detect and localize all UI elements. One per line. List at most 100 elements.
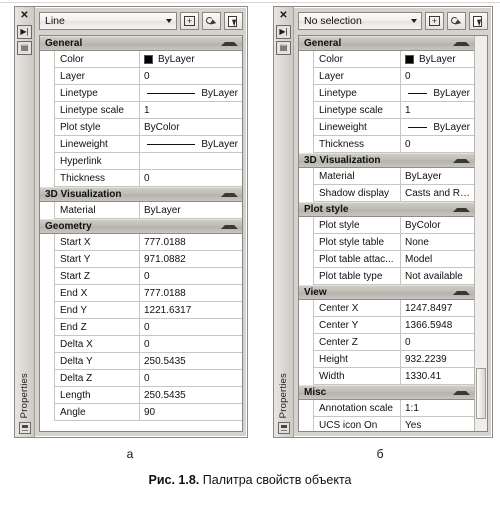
property-row[interactable]: Plot table type Not available xyxy=(299,268,474,285)
property-value[interactable]: ByColor xyxy=(401,217,474,234)
property-row[interactable]: Hyperlink xyxy=(40,153,242,170)
property-value[interactable]: ByLayer xyxy=(140,85,242,102)
property-row[interactable]: Thickness 0 xyxy=(299,136,474,153)
property-row[interactable]: Plot style ByColor xyxy=(299,217,474,234)
property-list-a[interactable]: General Color ByLayer Layer 0 Linetype ByLayer… xyxy=(40,36,242,431)
property-row[interactable]: Delta Y 250.5435 xyxy=(40,353,242,370)
property-row[interactable]: Length 250.5435 xyxy=(40,387,242,404)
property-value[interactable]: ByLayer xyxy=(401,168,474,185)
close-icon[interactable]: ✕ xyxy=(17,9,32,23)
property-value[interactable]: ByLayer xyxy=(401,51,474,68)
property-row[interactable]: Start Z 0 xyxy=(40,268,242,285)
property-row[interactable]: Center Y 1366.5948 xyxy=(299,317,474,334)
property-list-b[interactable]: General Color ByLayer Layer 0 Linetype ByLayer… xyxy=(299,36,474,431)
chevron-up-icon[interactable] xyxy=(453,41,470,46)
quick-select-button[interactable] xyxy=(447,12,466,30)
property-row[interactable]: Lineweight ByLayer xyxy=(299,119,474,136)
property-row[interactable]: Linetype scale 1 xyxy=(40,102,242,119)
chevron-down-icon[interactable] xyxy=(407,13,421,29)
close-icon[interactable]: ✕ xyxy=(276,9,291,23)
chevron-up-icon[interactable] xyxy=(221,41,238,46)
property-row[interactable]: Shadow display Casts and Receives ... xyxy=(299,185,474,202)
property-row[interactable]: UCS icon On Yes xyxy=(299,417,474,431)
auto-hide-icon[interactable]: ▶| xyxy=(276,25,291,39)
property-row[interactable]: Material ByLayer xyxy=(299,168,474,185)
chevron-up-icon[interactable] xyxy=(453,390,470,395)
property-row[interactable]: Layer 0 xyxy=(299,68,474,85)
property-value[interactable]: 932.2239 xyxy=(401,351,474,368)
auto-hide-icon[interactable]: ▶| xyxy=(17,25,32,39)
property-value[interactable]: 90 xyxy=(140,404,242,421)
property-row[interactable]: Delta X 0 xyxy=(40,336,242,353)
property-value[interactable]: ByLayer xyxy=(140,136,242,153)
property-row[interactable]: Linetype ByLayer xyxy=(299,85,474,102)
property-value[interactable]: 1221.6317 xyxy=(140,302,242,319)
property-row[interactable]: Height 932.2239 xyxy=(299,351,474,368)
property-row[interactable]: Start Y 971.0882 xyxy=(40,251,242,268)
property-value[interactable]: 1247.8497 xyxy=(401,300,474,317)
chevron-up-icon[interactable] xyxy=(221,224,238,229)
properties-toggle-icon[interactable] xyxy=(277,422,290,434)
property-row[interactable]: Center X 1247.8497 xyxy=(299,300,474,317)
property-value[interactable]: Not available xyxy=(401,268,474,285)
property-row[interactable]: Linetype ByLayer xyxy=(40,85,242,102)
chevron-up-icon[interactable] xyxy=(453,290,470,295)
property-row[interactable]: Delta Z 0 xyxy=(40,370,242,387)
chevron-up-icon[interactable] xyxy=(453,158,470,163)
property-value[interactable]: 1 xyxy=(140,102,242,119)
property-row[interactable]: Color ByLayer xyxy=(40,51,242,68)
vertical-scrollbar[interactable] xyxy=(474,36,487,431)
property-row[interactable]: Material ByLayer xyxy=(40,202,242,219)
property-value[interactable]: 1:1 xyxy=(401,400,474,417)
section-header-3d-visualization[interactable]: 3D Visualization xyxy=(299,153,474,168)
select-objects-button[interactable] xyxy=(224,12,243,30)
property-value[interactable]: 0 xyxy=(401,334,474,351)
property-row[interactable]: Plot table attac... Model xyxy=(299,251,474,268)
property-value[interactable]: 0 xyxy=(140,268,242,285)
property-value[interactable]: Casts and Receives ... xyxy=(401,185,474,202)
property-value[interactable]: ByLayer xyxy=(401,119,474,136)
property-row[interactable]: End X 777.0188 xyxy=(40,285,242,302)
property-value[interactable]: Yes xyxy=(401,417,474,431)
property-value[interactable] xyxy=(140,153,242,170)
property-value[interactable]: 0 xyxy=(401,68,474,85)
toggle-palette-button[interactable] xyxy=(180,12,199,30)
property-row[interactable]: Annotation scale 1:1 xyxy=(299,400,474,417)
property-value[interactable]: 0 xyxy=(140,68,242,85)
chevron-up-icon[interactable] xyxy=(453,207,470,212)
scrollbar-thumb[interactable] xyxy=(476,367,486,420)
property-row[interactable]: Plot style ByColor xyxy=(40,119,242,136)
property-row[interactable]: End Z 0 xyxy=(40,319,242,336)
property-row[interactable]: Linetype scale 1 xyxy=(299,102,474,119)
property-value[interactable]: 0 xyxy=(140,370,242,387)
section-header-geometry[interactable]: Geometry xyxy=(40,219,242,234)
panel-menu-icon[interactable]: ▤ xyxy=(276,41,291,55)
property-row[interactable]: Lineweight ByLayer xyxy=(40,136,242,153)
property-row[interactable]: Color ByLayer xyxy=(299,51,474,68)
selection-combo-a[interactable]: Line xyxy=(39,12,177,30)
property-value[interactable]: ByLayer xyxy=(140,202,242,219)
selection-combo-b[interactable]: No selection xyxy=(298,12,422,30)
chevron-up-icon[interactable] xyxy=(221,192,238,197)
property-row[interactable]: Center Z 0 xyxy=(299,334,474,351)
property-row[interactable]: Angle 90 xyxy=(40,404,242,421)
property-value[interactable]: 0 xyxy=(401,136,474,153)
section-header-misc[interactable]: Misc xyxy=(299,385,474,400)
property-value[interactable]: 971.0882 xyxy=(140,251,242,268)
property-value[interactable]: 0 xyxy=(140,336,242,353)
panel-menu-icon[interactable]: ▤ xyxy=(17,41,32,55)
property-value[interactable]: ByColor xyxy=(140,119,242,136)
property-row[interactable]: Plot style table None xyxy=(299,234,474,251)
property-value[interactable]: None xyxy=(401,234,474,251)
chevron-down-icon[interactable] xyxy=(162,13,176,29)
property-row[interactable]: Width 1330.41 xyxy=(299,368,474,385)
section-header-general[interactable]: General xyxy=(299,36,474,51)
property-value[interactable]: 1366.5948 xyxy=(401,317,474,334)
property-value[interactable]: Model xyxy=(401,251,474,268)
property-value[interactable]: 1 xyxy=(401,102,474,119)
property-value[interactable]: 0 xyxy=(140,319,242,336)
section-header-3d-visualization[interactable]: 3D Visualization xyxy=(40,187,242,202)
property-value[interactable]: 0 xyxy=(140,170,242,187)
property-value[interactable]: 1330.41 xyxy=(401,368,474,385)
property-row[interactable]: Thickness 0 xyxy=(40,170,242,187)
